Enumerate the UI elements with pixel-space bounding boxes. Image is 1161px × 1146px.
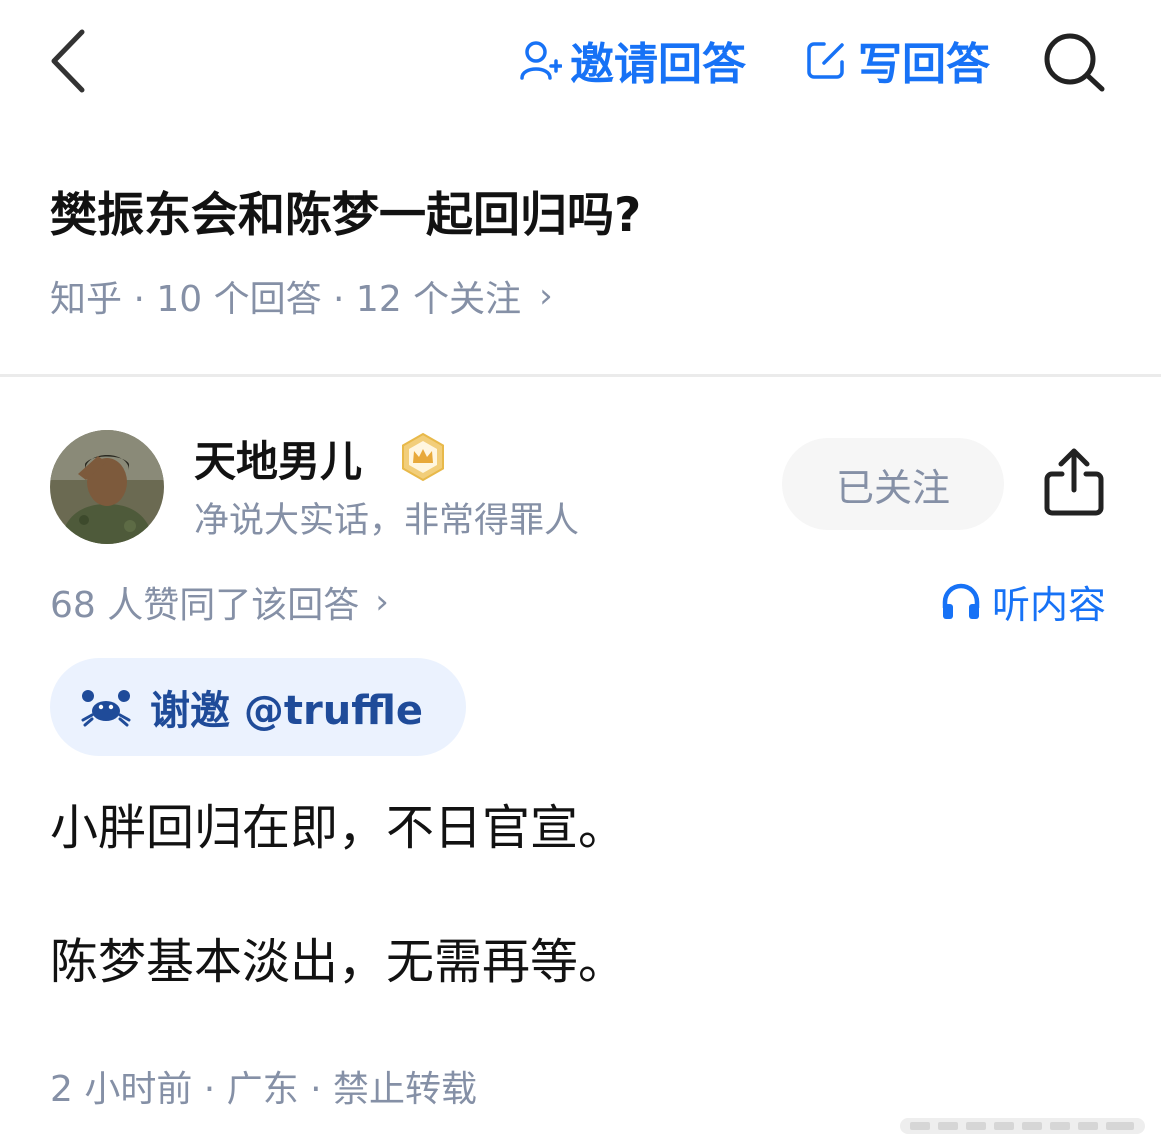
crab-icon <box>81 690 131 727</box>
thanks-text: 谢邀 @truffle <box>150 688 424 734</box>
follow-button[interactable]: 已关注 <box>782 438 1004 530</box>
avatar-image <box>50 430 164 544</box>
listen-label: 听内容 <box>992 582 1107 627</box>
listen-button[interactable]: 听内容 <box>940 576 1107 627</box>
write-answer-label: 写回答 <box>858 39 990 90</box>
author-avatar[interactable] <box>50 430 164 544</box>
answer-paragraph: 小胖回归在即，不日官宣。 <box>50 800 627 856</box>
chevron-left-icon <box>51 29 85 93</box>
answer-paragraph: 陈梦基本淡出，无需再等。 <box>50 934 627 990</box>
chevron-right-icon: › <box>539 276 553 316</box>
crown-badge-icon <box>398 432 448 482</box>
author-name[interactable]: 天地男儿 <box>194 428 362 489</box>
thanks-invite-chip[interactable]: 谢邀 @truffle <box>50 658 466 756</box>
question-title[interactable]: 樊振东会和陈梦一起回归吗? <box>50 176 641 245</box>
headphones-icon <box>942 583 980 619</box>
search-button[interactable] <box>1040 30 1108 94</box>
write-answer-button[interactable]: 写回答 <box>804 30 990 90</box>
section-divider <box>0 374 1161 377</box>
watermark-icon <box>900 1112 1145 1140</box>
invite-answer-label: 邀请回答 <box>570 39 746 90</box>
chevron-right-icon: › <box>375 582 389 622</box>
person-plus-icon <box>520 41 562 80</box>
top-bar: 邀请回答 写回答 <box>0 0 1161 130</box>
share-icon <box>1044 448 1104 516</box>
back-button[interactable] <box>42 26 98 96</box>
search-icon <box>1044 33 1105 92</box>
question-meta[interactable]: 知乎 · 10 个回答 · 12 个关注 › <box>50 272 553 320</box>
question-meta-text: 知乎 · 10 个回答 · 12 个关注 <box>50 279 522 320</box>
author-bio: 净说大实话，非常得罪人 <box>194 501 580 541</box>
share-button[interactable] <box>1040 446 1108 518</box>
invite-answer-button[interactable]: 邀请回答 <box>518 30 746 90</box>
edit-icon <box>807 42 844 79</box>
votes-link[interactable]: 68 人赞同了该回答 › <box>50 578 389 626</box>
answer-page: 邀请回答 写回答 樊振东会和陈梦一起回归吗? 知乎 · 10 个回答 · 12 … <box>0 0 1161 1146</box>
answer-footer-meta: 2 小时前 · 广东 · 禁止转载 <box>50 1069 478 1110</box>
votes-text: 68 人赞同了该回答 <box>50 585 360 626</box>
